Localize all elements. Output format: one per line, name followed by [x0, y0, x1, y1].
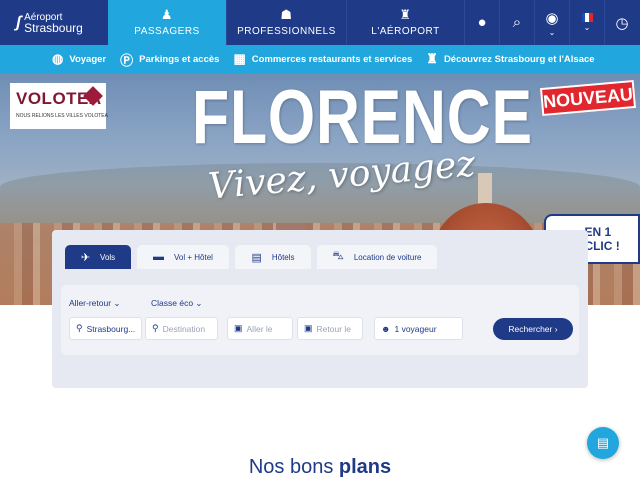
tab-vols[interactable]: ✈ Vols	[65, 245, 131, 269]
cathedral-icon: ♜	[426, 51, 438, 66]
logo-mark-icon: ʃ	[16, 13, 22, 31]
passengers-value: 1 voyageur	[394, 323, 437, 334]
booking-widget: ✈ Vols ▬ Vol + Hôtel ▤ Hôtels ⛍ Location…	[52, 230, 588, 388]
search-flights-button[interactable]: Rechercher ›	[493, 318, 573, 340]
depart-placeholder: Aller le	[246, 323, 273, 334]
hero-title: FLORENCE	[192, 75, 533, 160]
user-icon: ●	[477, 14, 487, 31]
destination-field[interactable]: ⚲ Destination	[145, 317, 218, 340]
volotea-tagline: NOUS RELIONS LES VILLES VOLOTEA	[16, 113, 108, 119]
account-button[interactable]: ●	[464, 0, 499, 45]
search-icon: ⌕	[512, 14, 522, 31]
calendar-icon: ▣	[234, 323, 243, 333]
airport-logo[interactable]: ʃ Aéroport Strasbourg	[0, 0, 108, 45]
flag-fr-icon	[581, 13, 593, 22]
professional-icon: ☗	[280, 7, 293, 22]
calendar-icon: ▣	[304, 323, 313, 333]
tab-aeroport-label: L'AÉROPORT	[371, 26, 440, 37]
chat-icon: ▤	[596, 435, 610, 450]
chevron-down-icon: ⌄	[548, 27, 556, 37]
passengers-field[interactable]: ☻ 1 voyageur	[374, 317, 463, 340]
hotel-icon: ▤	[251, 251, 262, 264]
location-pin-icon: ⚲	[152, 323, 159, 333]
subnav-item-label: Voyager	[69, 53, 107, 65]
tab-passagers-label: PASSAGERS	[134, 26, 200, 37]
location-pin-icon: ⚲	[76, 323, 83, 333]
one-click-line1: EN 1	[584, 225, 612, 239]
tab-vols-label: Vols	[100, 252, 116, 262]
top-navigation: ʃ Aéroport Strasbourg ♟ PASSAGERS ☗ PROF…	[0, 0, 640, 45]
tab-professionnels-label: PROFESSIONNELS	[237, 26, 336, 37]
sub-navigation: ◍ Voyager Ⓟ Parkings et accès ▦ Commerce…	[0, 45, 640, 73]
cabin-class-select[interactable]: Classe éco ⌄	[151, 298, 203, 309]
tab-car-rental-label: Location de voiture	[353, 252, 422, 262]
deals-heading-bold: plans	[338, 456, 392, 478]
hero-dome-lantern	[478, 173, 492, 207]
subnav-item-label: Découvrez Strasbourg et l'Alsace	[443, 53, 595, 65]
trip-type-select[interactable]: Aller-retour ⌄	[69, 298, 121, 309]
tab-vol-hotel-label: Vol + Hôtel	[174, 252, 213, 262]
bed-icon: ▬	[153, 251, 165, 263]
subnav-item-parkings[interactable]: Ⓟ Parkings et accès	[120, 50, 219, 69]
tab-hotels-label: Hôtels	[271, 252, 295, 262]
globe-plane-icon: ◍	[52, 51, 64, 66]
volotea-logo: VOLOTEA NOUS RELIONS LES VILLES VOLOTEA	[10, 83, 108, 129]
return-date-field[interactable]: ▣ Retour le	[297, 317, 363, 340]
accessibility-button[interactable]: ◉ ⌄	[534, 0, 569, 45]
return-placeholder: Retour le	[316, 323, 352, 334]
subnav-item-label: Commerces restaurants et services	[251, 53, 413, 65]
booking-tabs: ✈ Vols ▬ Vol + Hôtel ▤ Hôtels ⛍ Location…	[65, 245, 443, 269]
control-tower-icon: ♜	[399, 7, 412, 22]
flight-search-form: Aller-retour ⌄ Classe éco ⌄ ⚲ Strasbourg…	[61, 285, 579, 355]
clock-icon: ◷	[615, 14, 629, 32]
parking-icon: Ⓟ	[120, 52, 134, 68]
tab-hotels[interactable]: ▤ Hôtels	[235, 245, 311, 269]
subnav-item-decouvrez[interactable]: ♜ Découvrez Strasbourg et l'Alsace	[426, 51, 594, 67]
schedule-button[interactable]: ◷	[604, 0, 639, 45]
subnav-item-label: Parkings et accès	[139, 53, 220, 65]
travelers-icon: ☻	[381, 323, 391, 334]
passenger-icon: ♟	[160, 7, 174, 22]
tab-aeroport[interactable]: ♜ L'AÉROPORT	[346, 0, 464, 45]
shop-icon: ▦	[233, 51, 246, 66]
one-click-line2: CLIC !	[584, 239, 620, 253]
tab-vol-hotel[interactable]: ▬ Vol + Hôtel	[137, 245, 229, 269]
destination-placeholder: Destination	[162, 323, 206, 334]
language-button[interactable]: ⌄	[569, 0, 604, 45]
chat-button[interactable]: ▤	[587, 427, 619, 459]
chevron-down-icon: ⌄	[583, 23, 591, 32]
logo-line2: Strasbourg	[24, 20, 83, 35]
search-button[interactable]: ⌕	[499, 0, 534, 45]
plane-icon: ✈	[80, 251, 91, 264]
subnav-item-voyager[interactable]: ◍ Voyager	[52, 51, 106, 67]
deals-heading: Nos bons plans	[0, 456, 640, 479]
depart-date-field[interactable]: ▣ Aller le	[227, 317, 293, 340]
tab-professionnels[interactable]: ☗ PROFESSIONNELS	[226, 0, 346, 45]
origin-field[interactable]: ⚲ Strasbourg...	[69, 317, 142, 340]
eye-icon: ◉	[545, 9, 559, 27]
car-icon: ⛍	[332, 250, 344, 262]
deals-heading-prefix: Nos bons	[248, 456, 334, 478]
origin-value: Strasbourg...	[86, 323, 136, 334]
tab-passagers[interactable]: ♟ PASSAGERS	[108, 0, 226, 45]
subnav-item-commerces[interactable]: ▦ Commerces restaurants et services	[233, 51, 412, 67]
tab-car-rental[interactable]: ⛍ Location de voiture	[317, 245, 437, 269]
